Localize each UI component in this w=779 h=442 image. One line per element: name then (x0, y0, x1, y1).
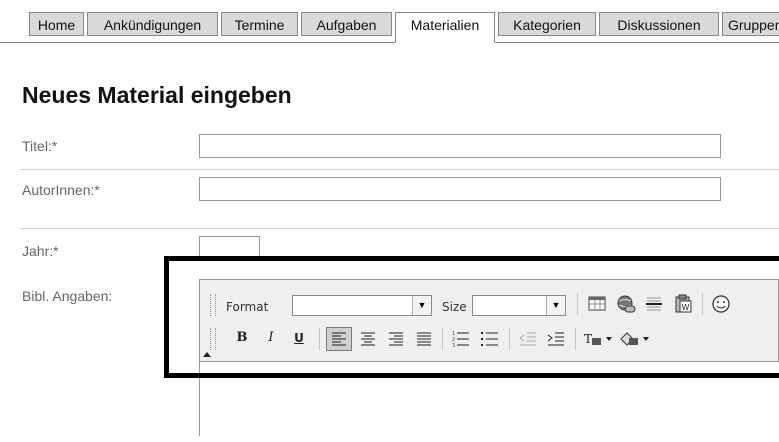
tab-bar: Home Ankündigungen Termine Aufgaben Mate… (0, 0, 779, 43)
background-color-dropdown[interactable] (618, 327, 654, 351)
tab-diskussionen[interactable]: Diskussionen (599, 12, 719, 36)
jahr-label: Jahr:* (22, 243, 59, 259)
smiley-icon[interactable] (708, 292, 734, 316)
svg-text:3: 3 (452, 343, 455, 349)
tab-home[interactable]: Home (29, 12, 84, 36)
italic-button[interactable]: I (258, 327, 284, 351)
tab-termine[interactable]: Termine (221, 12, 298, 36)
align-center-icon[interactable] (355, 327, 381, 351)
toolbar-grip (210, 294, 216, 316)
jahr-input[interactable] (199, 236, 260, 260)
svg-text:W: W (682, 303, 690, 312)
toolbar-separator (319, 328, 320, 350)
format-label: Format (226, 300, 269, 314)
tab-aufgaben[interactable]: Aufgaben (301, 12, 392, 36)
numbered-list-icon[interactable]: 123 (448, 327, 474, 351)
outdent-icon[interactable] (515, 327, 541, 351)
titel-label: Titel:* (22, 138, 58, 154)
toolbar-separator (575, 328, 576, 350)
toolbar-separator (442, 328, 443, 350)
link-globe-icon[interactable] (613, 292, 639, 316)
underline-button[interactable]: U (286, 327, 312, 351)
text-color-dropdown[interactable]: T (581, 327, 617, 351)
autoren-input[interactable] (199, 177, 721, 201)
svg-text:T: T (584, 332, 592, 346)
tab-materialien[interactable]: Materialien (395, 12, 495, 43)
toolbar-separator (702, 293, 703, 315)
tab-kategorien[interactable]: Kategorien (498, 12, 596, 36)
bold-button[interactable]: B (229, 327, 255, 351)
align-justify-icon[interactable] (411, 327, 437, 351)
align-right-icon[interactable] (383, 327, 409, 351)
tab-ankuendigungen[interactable]: Ankündigungen (87, 12, 218, 36)
tab-gruppen[interactable]: Gruppen (722, 12, 779, 36)
row-divider (20, 228, 779, 229)
bullet-list-icon[interactable] (477, 327, 503, 351)
toolbar-separator (577, 293, 578, 315)
rich-text-editor: Format ▼ Size ▼ W B I U 123 T (199, 279, 779, 442)
size-select[interactable]: ▼ (472, 295, 566, 316)
toolbar-grip (210, 328, 216, 350)
toolbar-separator (509, 328, 510, 350)
titel-input[interactable] (199, 134, 721, 158)
chevron-down-icon: ▼ (412, 296, 431, 315)
bibl-angaben-label: Bibl. Angaben: (22, 288, 113, 304)
page-title: Neues Material eingeben (22, 82, 292, 108)
editor-content-area[interactable] (200, 361, 779, 442)
autoren-label: AutorInnen:* (22, 182, 100, 198)
align-left-icon[interactable] (326, 327, 352, 351)
collapse-toolbar-icon[interactable] (202, 350, 212, 358)
paste-word-icon[interactable]: W (670, 292, 696, 316)
indent-icon[interactable] (543, 327, 569, 351)
horizontal-rule-icon[interactable] (641, 292, 667, 316)
row-divider (20, 169, 779, 170)
chevron-down-icon: ▼ (546, 296, 565, 315)
format-select[interactable]: ▼ (292, 295, 432, 316)
size-label: Size (442, 300, 467, 314)
table-icon[interactable] (584, 292, 610, 316)
